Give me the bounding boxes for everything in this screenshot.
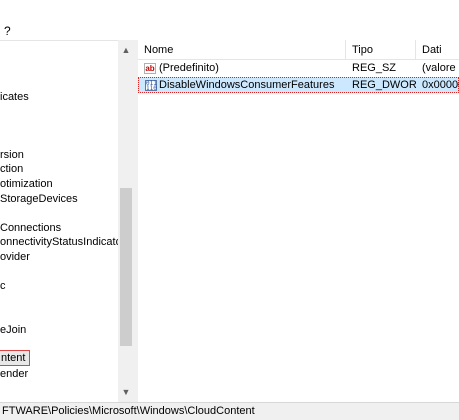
tree-scrollbar[interactable]: ▲ ▼: [118, 40, 134, 402]
binary-value-icon: 011 110: [145, 80, 157, 92]
tree-item[interactable]: c: [0, 279, 6, 293]
scroll-up-arrow-icon[interactable]: ▲: [118, 42, 134, 58]
menu-bar: ?: [0, 0, 459, 40]
tree-item-selected-cloudcontent[interactable]: ntent: [0, 350, 31, 366]
menu-help[interactable]: ?: [4, 24, 11, 38]
tree-item[interactable]: eJoin: [0, 323, 26, 337]
tree-item[interactable]: Connections: [0, 221, 61, 235]
status-bar-path: FTWARE\Policies\Microsoft\Windows\CloudC…: [0, 402, 459, 420]
value-type: REG_DWORD: [352, 79, 416, 91]
scroll-thumb[interactable]: [120, 188, 132, 346]
value-data: (valore n: [422, 62, 459, 74]
scroll-down-arrow-icon[interactable]: ▼: [118, 384, 134, 400]
list-row-selected[interactable]: 011 110 DisableWindowsConsumerFeatures RE…: [138, 77, 459, 93]
tree-item[interactable]: ction: [0, 162, 23, 176]
list-header: Nome Tipo Dati: [138, 40, 459, 60]
tree-item[interactable]: ender: [0, 367, 28, 381]
registry-tree[interactable]: icates rsion ction otimization StorageDe…: [0, 40, 134, 402]
tree-item[interactable]: StorageDevices: [0, 192, 78, 206]
values-list[interactable]: Nome Tipo Dati ab (Predefinito) REG_SZ (…: [138, 40, 459, 402]
tree-item[interactable]: onnectivityStatusIndicator: [0, 235, 125, 249]
tree-item[interactable]: icates: [0, 90, 29, 104]
value-name: (Predefinito): [159, 62, 219, 74]
value-data: 0x000000: [422, 79, 459, 91]
list-row[interactable]: ab (Predefinito) REG_SZ (valore n: [138, 61, 459, 77]
column-header-type[interactable]: Tipo: [346, 40, 416, 60]
string-value-icon: ab: [144, 63, 156, 74]
tree-item[interactable]: rsion: [0, 148, 24, 162]
tree-item[interactable]: ovider: [0, 250, 30, 264]
value-name: DisableWindowsConsumerFeatures: [159, 79, 335, 91]
column-header-name[interactable]: Nome: [138, 40, 346, 60]
value-type: REG_SZ: [352, 62, 397, 74]
tree-item[interactable]: otimization: [0, 177, 53, 191]
column-header-data[interactable]: Dati: [416, 40, 459, 60]
